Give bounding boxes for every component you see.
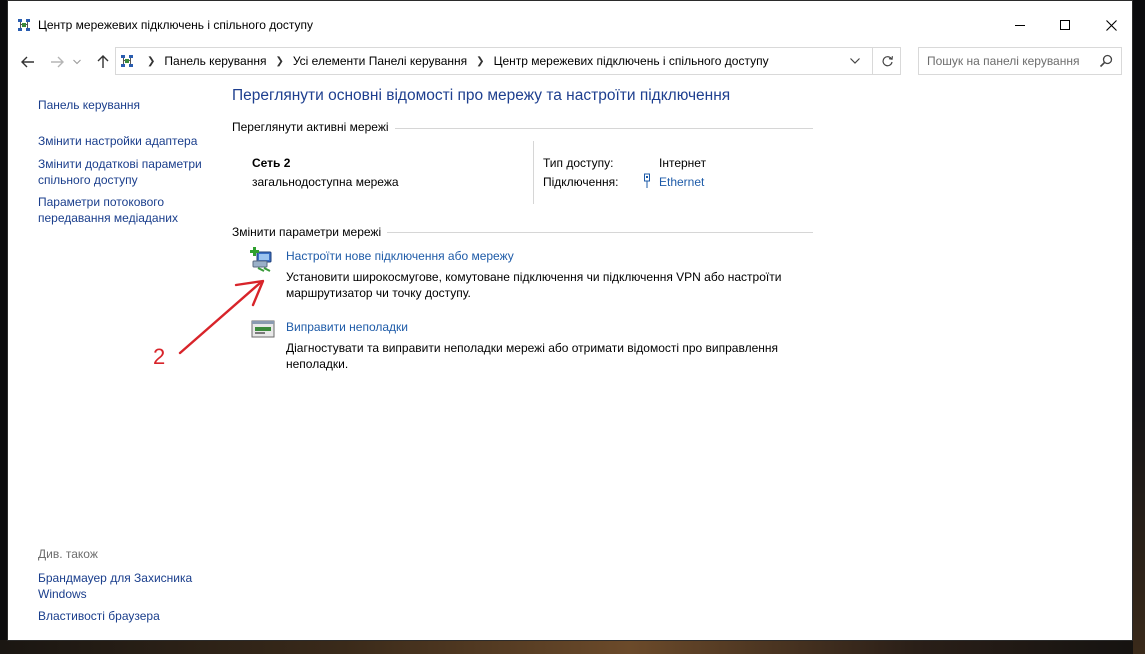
search-icon[interactable] bbox=[1099, 54, 1113, 68]
maximize-icon bbox=[1060, 20, 1070, 30]
maximize-button[interactable] bbox=[1042, 11, 1088, 39]
annotation-arrow bbox=[178, 279, 265, 355]
window-title: Центр мережевих підключень і спільного д… bbox=[38, 18, 314, 32]
refresh-button[interactable] bbox=[872, 48, 902, 74]
arrow-up-icon bbox=[97, 55, 109, 68]
network-name: Сеть 2 bbox=[252, 156, 291, 170]
divider bbox=[533, 141, 534, 204]
ethernet-icon bbox=[644, 173, 650, 188]
address-dropdown-button[interactable] bbox=[846, 53, 864, 69]
back-button[interactable] bbox=[17, 51, 39, 73]
chevron-right-icon: ❯ bbox=[275, 55, 284, 67]
connections-label: Підключення: bbox=[543, 175, 619, 189]
close-button[interactable] bbox=[1088, 11, 1134, 39]
setup-new-connection-description: Установити широкосмугове, комутоване під… bbox=[286, 270, 782, 300]
troubleshoot-link[interactable]: Виправити неполадки bbox=[286, 320, 408, 334]
search-input[interactable] bbox=[919, 48, 1097, 74]
breadcrumb-all-items[interactable]: Усі елементи Панелі керування bbox=[293, 54, 467, 68]
minimize-icon bbox=[1015, 25, 1025, 26]
arrow-left-icon bbox=[21, 56, 34, 68]
search-box[interactable] bbox=[918, 47, 1122, 75]
address-bar[interactable]: ❯ Панель керування ❯ Усі елементи Панелі… bbox=[115, 47, 901, 75]
breadcrumb: ❯ Панель керування ❯ Усі елементи Панелі… bbox=[138, 48, 769, 74]
desktop-background-edge bbox=[1133, 0, 1145, 654]
troubleshoot-description: Діагностувати та виправити неполадки мер… bbox=[286, 341, 778, 371]
sidebar-control-panel-home[interactable]: Панель керування bbox=[38, 97, 213, 113]
recent-locations-button[interactable] bbox=[70, 51, 84, 73]
see-also-browser-properties[interactable]: Властивості браузера bbox=[38, 608, 213, 624]
see-also-label: Див. також bbox=[38, 547, 98, 561]
arrow-right-icon bbox=[51, 56, 64, 68]
chevron-down-icon bbox=[73, 59, 81, 65]
annotation-number: 2 bbox=[153, 344, 166, 369]
control-panel-window: Центр мережевих підключень і спільного д… bbox=[7, 0, 1133, 641]
network-center-icon bbox=[18, 19, 30, 31]
sidebar-item-adapter-settings[interactable]: Змінити настройки адаптера bbox=[38, 133, 213, 149]
access-type-value: Інтернет bbox=[659, 156, 707, 170]
sidebar-item-media-streaming[interactable]: Параметри потокового передавання медіада… bbox=[38, 194, 213, 226]
control-panel-icon bbox=[121, 55, 133, 67]
breadcrumb-control-panel[interactable]: Панель керування bbox=[164, 54, 266, 68]
page-title: Переглянути основні відомості про мережу… bbox=[232, 87, 731, 104]
chevron-right-icon: ❯ bbox=[476, 55, 485, 67]
chevron-down-icon bbox=[850, 58, 860, 64]
ethernet-link[interactable]: Ethernet bbox=[659, 175, 704, 189]
setup-new-connection-link[interactable]: Настроїти нове підключення або мережу bbox=[286, 249, 514, 263]
change-settings-label: Змінити параметри мережі bbox=[232, 225, 388, 239]
refresh-icon bbox=[882, 55, 893, 66]
network-type[interactable]: загальнодоступна мережа bbox=[252, 175, 399, 189]
breadcrumb-network-center[interactable]: Центр мережевих підключень і спільного д… bbox=[494, 54, 769, 68]
forward-button[interactable] bbox=[46, 51, 68, 73]
active-networks-label: Переглянути активні мережі bbox=[232, 120, 395, 134]
up-button[interactable] bbox=[92, 51, 114, 73]
access-type-label: Тип доступу: bbox=[543, 156, 614, 170]
minimize-button[interactable] bbox=[997, 11, 1043, 39]
desktop-background bbox=[0, 640, 1145, 654]
title-bar: Центр мережевих підключень і спільного д… bbox=[8, 1, 1132, 45]
close-icon bbox=[1105, 19, 1117, 31]
chevron-right-icon: ❯ bbox=[147, 55, 156, 67]
sidebar-item-advanced-sharing[interactable]: Змінити додаткові параметри спільного до… bbox=[38, 156, 213, 188]
see-also-firewall[interactable]: Брандмауер для Захисника Windows bbox=[38, 570, 213, 602]
new-connection-icon bbox=[250, 247, 272, 272]
